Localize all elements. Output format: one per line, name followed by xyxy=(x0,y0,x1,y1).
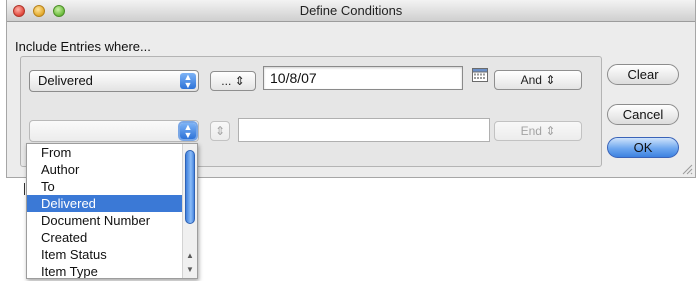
up-down-chevron-icon: ⇕ xyxy=(545,124,556,138)
calendar-icon[interactable] xyxy=(472,68,488,82)
operator-popup-row2[interactable]: ⇕ xyxy=(210,121,230,141)
list-item-document-number[interactable]: Document Number xyxy=(27,212,197,229)
up-down-chevron-icon: ▲ ▼ xyxy=(180,123,196,140)
list-scrollbar[interactable]: ▲ ▼ xyxy=(182,144,197,278)
scrollbar-thumb[interactable] xyxy=(185,150,195,224)
list-item-item-type[interactable]: Item Type xyxy=(27,263,197,278)
cancel-button[interactable]: Cancel xyxy=(607,104,679,125)
up-down-chevron-icon: ⇕ xyxy=(234,74,245,88)
operator-popup-row1-label: ... xyxy=(221,74,232,88)
value-field-row2[interactable] xyxy=(238,118,490,142)
connector-popup-row1[interactable]: And ⇕ xyxy=(494,70,582,90)
up-down-chevron-icon: ⇕ xyxy=(545,73,556,87)
connector-popup-row1-label: And xyxy=(520,73,542,87)
list-item-to[interactable]: To xyxy=(27,178,197,195)
connector-popup-row2-label: End xyxy=(520,124,542,138)
clear-button[interactable]: Clear xyxy=(607,64,679,85)
connector-popup-row2[interactable]: End ⇕ xyxy=(494,121,582,141)
include-entries-label: Include Entries where... xyxy=(15,39,151,54)
title-bar: Define Conditions xyxy=(7,0,695,22)
scroll-down-arrow-icon[interactable]: ▼ xyxy=(186,266,194,274)
field-dropdown-list[interactable]: From Author To Delivered Document Number… xyxy=(26,143,198,279)
field-popup-row1-label: Delivered xyxy=(38,73,93,88)
list-item-created[interactable]: Created xyxy=(27,229,197,246)
list-item-from[interactable]: From xyxy=(27,144,197,161)
value-field-row1[interactable]: 10/8/07 xyxy=(263,66,463,90)
field-popup-row2[interactable]: ▲ ▼ xyxy=(29,120,199,142)
list-item-item-status[interactable]: Item Status xyxy=(27,246,197,263)
list-item-delivered[interactable]: Delivered xyxy=(27,195,197,212)
scroll-up-arrow-icon[interactable]: ▲ xyxy=(186,252,194,260)
up-down-chevron-icon: ▲ ▼ xyxy=(180,73,196,90)
text-cursor-mark xyxy=(24,183,25,195)
list-item-author[interactable]: Author xyxy=(27,161,197,178)
field-popup-row1[interactable]: Delivered ▲ ▼ xyxy=(29,70,199,92)
ok-button[interactable]: OK xyxy=(607,137,679,158)
window-title: Define Conditions xyxy=(299,3,403,18)
resize-grip-icon[interactable] xyxy=(682,164,693,175)
up-down-chevron-icon: ⇕ xyxy=(214,124,226,138)
operator-popup-row1[interactable]: ... ⇕ xyxy=(210,71,256,91)
